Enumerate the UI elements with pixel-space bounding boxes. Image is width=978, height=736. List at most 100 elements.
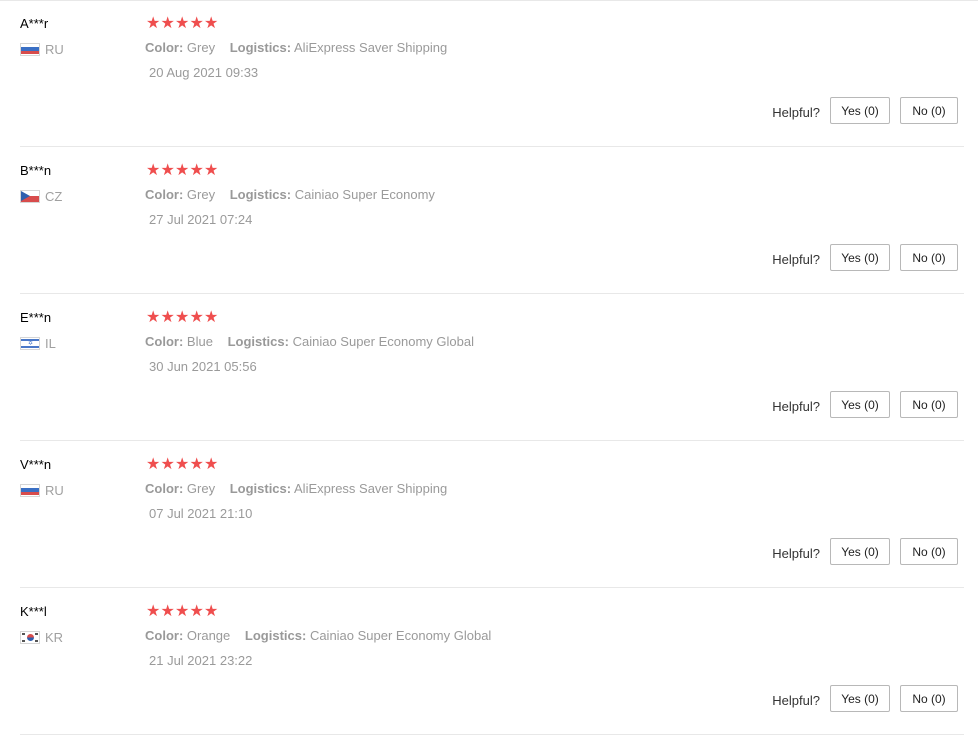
review-item: A***r RU ★ ★ ★ ★ ★ Color: Grey Logistics: Al… bbox=[20, 1, 964, 147]
star-icon: ★ bbox=[160, 601, 175, 620]
review-date: 21 Jul 2021 23:22 bbox=[149, 653, 253, 668]
helpful-yes-button[interactable]: Yes (0) bbox=[830, 538, 890, 565]
review-item: B***n CZ ★ ★ ★ ★ ★ Color: Grey Logistics: Ca… bbox=[20, 148, 964, 294]
south-korea-flag-icon bbox=[20, 630, 40, 644]
star-icon: ★ bbox=[146, 13, 161, 32]
helpful-label: Helpful? bbox=[772, 105, 820, 120]
star-icon: ★ bbox=[189, 307, 204, 326]
review-item: E***n ✡ IL ★ ★ ★ ★ ★ Color: Blue Logistics: … bbox=[20, 295, 964, 441]
country-code: KR bbox=[45, 629, 64, 645]
helpful-label: Helpful? bbox=[772, 546, 820, 561]
country-code: RU bbox=[45, 41, 64, 57]
review-item: K***l KR ★ ★ ★ ★ ★ Color: Orange Logistics: … bbox=[20, 589, 964, 735]
star-icon: ★ bbox=[175, 13, 190, 32]
review-item: V***n RU ★ ★ ★ ★ ★ Color: Grey Logistics: Al… bbox=[20, 442, 964, 588]
star-icon: ★ bbox=[189, 160, 204, 179]
star-icon: ★ bbox=[189, 601, 204, 620]
star-icon: ★ bbox=[146, 454, 161, 473]
helpful-yes-button[interactable]: Yes (0) bbox=[830, 685, 890, 712]
russia-flag-icon bbox=[20, 42, 40, 56]
star-rating: ★ ★ ★ ★ ★ bbox=[146, 15, 219, 31]
review-attributes: Color: Orange Logistics: Cainiao Super E… bbox=[145, 628, 502, 643]
russia-flag-icon bbox=[20, 483, 40, 497]
color-label: Color: bbox=[145, 481, 184, 496]
logistics-value: AliExpress Saver Shipping bbox=[294, 481, 448, 496]
helpful-no-button[interactable]: No (0) bbox=[900, 97, 958, 124]
star-icon: ★ bbox=[204, 160, 219, 179]
review-date: 27 Jul 2021 07:24 bbox=[149, 212, 253, 227]
star-icon: ★ bbox=[146, 307, 161, 326]
color-value: Grey bbox=[186, 40, 216, 55]
star-icon: ★ bbox=[146, 601, 161, 620]
helpful-no-button[interactable]: No (0) bbox=[900, 538, 958, 565]
review-attributes: Color: Grey Logistics: AliExpress Saver … bbox=[145, 481, 458, 496]
review-date: 20 Aug 2021 09:33 bbox=[149, 65, 259, 80]
helpful-no-button[interactable]: No (0) bbox=[900, 685, 958, 712]
color-label: Color: bbox=[145, 628, 184, 643]
helpful-yes-button[interactable]: Yes (0) bbox=[830, 391, 890, 418]
star-icon: ★ bbox=[204, 307, 219, 326]
reviewer-country: RU bbox=[20, 41, 64, 57]
star-icon: ★ bbox=[160, 307, 175, 326]
logistics-label: Logistics: bbox=[229, 481, 292, 496]
star-icon: ★ bbox=[204, 13, 219, 32]
star-rating: ★ ★ ★ ★ ★ bbox=[146, 162, 219, 178]
star-icon: ★ bbox=[175, 454, 190, 473]
star-icon: ★ bbox=[175, 160, 190, 179]
logistics-value: Cainiao Super Economy Global bbox=[309, 628, 492, 643]
reviewer-name: A***r bbox=[20, 16, 49, 31]
color-label: Color: bbox=[145, 40, 184, 55]
country-code: CZ bbox=[45, 188, 63, 204]
star-rating: ★ ★ ★ ★ ★ bbox=[146, 456, 219, 472]
star-icon: ★ bbox=[189, 454, 204, 473]
reviewer-name: B***n bbox=[20, 163, 52, 178]
color-value: Blue bbox=[186, 334, 213, 349]
star-icon: ★ bbox=[204, 601, 219, 620]
helpful-label: Helpful? bbox=[772, 252, 820, 267]
reviewer-country: CZ bbox=[20, 188, 62, 204]
star-icon: ★ bbox=[160, 13, 175, 32]
color-value: Grey bbox=[186, 187, 216, 202]
helpful-no-button[interactable]: No (0) bbox=[900, 391, 958, 418]
czech-flag-icon bbox=[20, 189, 40, 203]
logistics-value: Cainiao Super Economy bbox=[294, 187, 435, 202]
helpful-label: Helpful? bbox=[772, 693, 820, 708]
helpful-label: Helpful? bbox=[772, 399, 820, 414]
helpful-yes-button[interactable]: Yes (0) bbox=[830, 244, 890, 271]
star-icon: ★ bbox=[175, 307, 190, 326]
star-icon: ★ bbox=[175, 601, 190, 620]
logistics-label: Logistics: bbox=[229, 187, 292, 202]
reviewer-country: KR bbox=[20, 629, 63, 645]
review-attributes: Color: Grey Logistics: Cainiao Super Eco… bbox=[145, 187, 446, 202]
color-value: Grey bbox=[186, 481, 216, 496]
review-date: 07 Jul 2021 21:10 bbox=[149, 506, 253, 521]
country-code: IL bbox=[45, 335, 56, 351]
star-icon: ★ bbox=[146, 160, 161, 179]
star-rating: ★ ★ ★ ★ ★ bbox=[146, 603, 219, 619]
star-icon: ★ bbox=[160, 454, 175, 473]
reviewer-name: K***l bbox=[20, 604, 47, 619]
review-attributes: Color: Blue Logistics: Cainiao Super Eco… bbox=[145, 334, 485, 349]
star-icon: ★ bbox=[204, 454, 219, 473]
helpful-yes-button[interactable]: Yes (0) bbox=[830, 97, 890, 124]
reviewer-name: E***n bbox=[20, 310, 52, 325]
logistics-value: AliExpress Saver Shipping bbox=[294, 40, 448, 55]
helpful-no-button[interactable]: No (0) bbox=[900, 244, 958, 271]
color-label: Color: bbox=[145, 334, 184, 349]
israel-flag-icon: ✡ bbox=[20, 336, 40, 350]
star-icon: ★ bbox=[160, 160, 175, 179]
logistics-value: Cainiao Super Economy Global bbox=[292, 334, 474, 349]
reviewer-name: V***n bbox=[20, 457, 52, 472]
star-icon: ★ bbox=[189, 13, 204, 32]
logistics-label: Logistics: bbox=[227, 334, 289, 349]
review-date: 30 Jun 2021 05:56 bbox=[149, 359, 257, 374]
color-label: Color: bbox=[145, 187, 184, 202]
reviewer-country: RU bbox=[20, 482, 64, 498]
review-attributes: Color: Grey Logistics: AliExpress Saver … bbox=[145, 40, 458, 55]
color-value: Orange bbox=[186, 628, 231, 643]
star-rating: ★ ★ ★ ★ ★ bbox=[146, 309, 219, 325]
reviewer-country: ✡ IL bbox=[20, 335, 56, 351]
logistics-label: Logistics: bbox=[244, 628, 307, 643]
country-code: RU bbox=[45, 482, 64, 498]
logistics-label: Logistics: bbox=[229, 40, 292, 55]
